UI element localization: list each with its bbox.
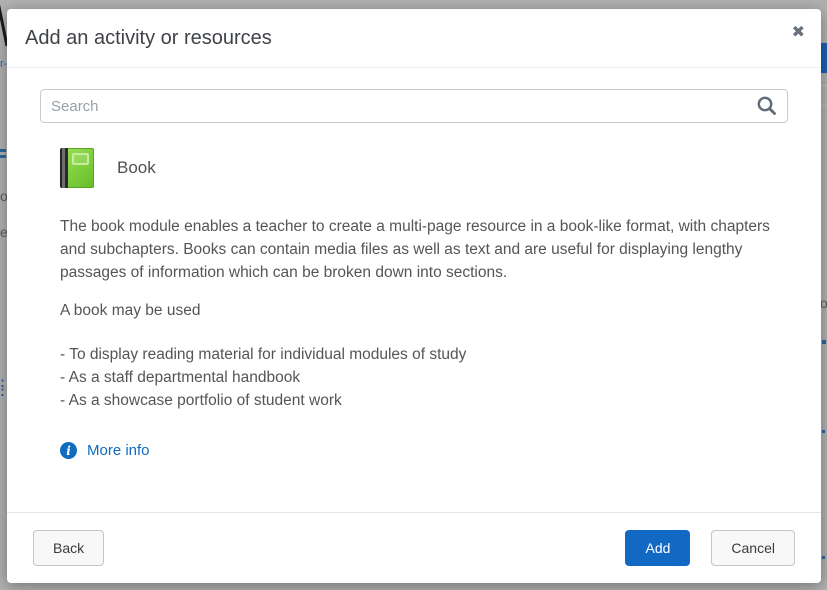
background-page-fragment: o (820, 295, 827, 309)
back-button[interactable]: Back (33, 530, 104, 566)
usage-item: - As a showcase portfolio of student wor… (60, 389, 788, 412)
background-accent-bar-fragment (821, 43, 827, 73)
module-description: The book module enables a teacher to cre… (60, 215, 788, 284)
background-page-fragment: r- (0, 58, 7, 68)
module-usage-intro: A book may be used (60, 299, 788, 322)
usage-item: - As a staff departmental handbook (60, 366, 788, 389)
background-page-fragment (822, 430, 825, 433)
close-icon[interactable]: ✖ (789, 21, 808, 43)
more-info-link[interactable]: i More info (60, 442, 150, 459)
book-cover (68, 148, 94, 188)
background-divider-fragment (821, 85, 827, 86)
background-page-fragment (822, 340, 826, 344)
background-divider-fragment (821, 105, 827, 106)
background-page-fragment: e (0, 224, 7, 238)
search-input[interactable] (40, 89, 788, 123)
footer-right-group: Add Cancel (625, 530, 795, 566)
info-icon: i (60, 442, 77, 459)
background-page-fragment: :: (0, 378, 5, 396)
background-menu-icon-fragment (0, 149, 6, 161)
background-page-fragment: o (0, 188, 7, 202)
modal-footer: Back Add Cancel (7, 512, 821, 583)
modal-body: Book The book module enables a teacher t… (7, 68, 821, 459)
search-wrap (40, 89, 788, 123)
modal-header: Add an activity or resources ✖ (7, 9, 821, 68)
module-usage-list: - To display reading material for indivi… (60, 343, 788, 412)
book-spine (60, 148, 68, 188)
add-activity-modal: Add an activity or resources ✖ (7, 9, 821, 583)
module-detail: Book The book module enables a teacher t… (40, 148, 788, 459)
cancel-button[interactable]: Cancel (711, 530, 795, 566)
usage-item: - To display reading material for indivi… (60, 343, 788, 366)
add-button[interactable]: Add (625, 530, 690, 566)
book-label (72, 153, 89, 165)
modal-title: Add an activity or resources (25, 27, 272, 50)
book-icon (60, 148, 94, 188)
more-info-label: More info (87, 442, 150, 459)
module-head: Book (60, 148, 788, 188)
background-page-fragment (822, 556, 825, 559)
module-name: Book (117, 158, 156, 178)
search-icon[interactable] (756, 95, 777, 116)
